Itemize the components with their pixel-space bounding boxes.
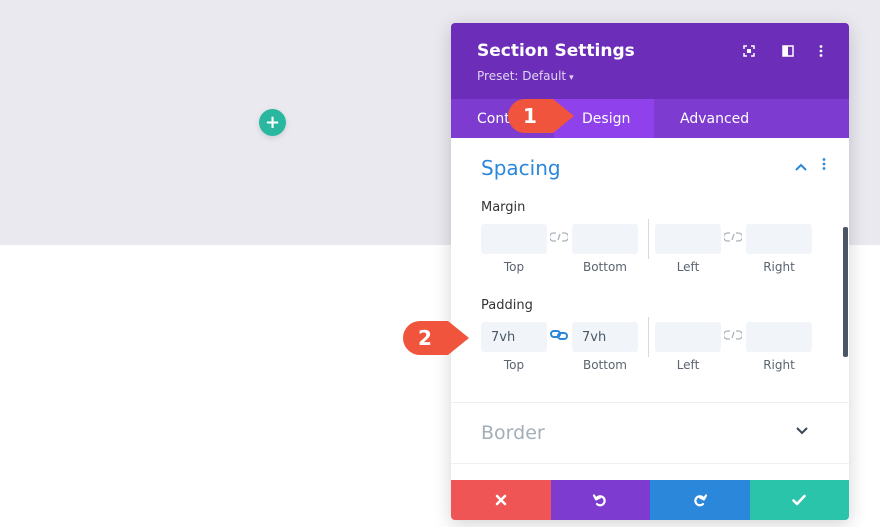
close-icon: [495, 494, 507, 506]
padding-left-label: Left: [676, 358, 700, 372]
spacing-title[interactable]: Spacing: [481, 156, 561, 180]
field-divider: [648, 317, 649, 357]
redo-button[interactable]: [650, 480, 750, 520]
step-marker-number: 1: [523, 104, 537, 128]
margin-bottom-label: Bottom: [582, 260, 627, 274]
margin-right-label: Right: [763, 260, 795, 274]
border-title[interactable]: Border: [481, 422, 545, 444]
step-marker-2: 2: [403, 321, 469, 355]
tab-content[interactable]: Cont: [477, 99, 510, 138]
margin-left-label: Left: [676, 260, 700, 274]
caret-down-icon: ▾: [569, 73, 574, 83]
padding-right-label: Right: [763, 358, 795, 372]
chevron-up-icon[interactable]: [795, 159, 807, 175]
step-marker-number: 2: [418, 326, 432, 350]
preset-dropdown[interactable]: Preset: Default ▾: [477, 69, 574, 83]
unlinked-icon[interactable]: [548, 232, 570, 245]
step-marker-1: 1: [508, 99, 574, 133]
panel-header[interactable]: Section Settings Preset: Default ▾: [451, 23, 849, 99]
margin-bottom-input[interactable]: [572, 224, 638, 254]
unlinked-icon[interactable]: [722, 330, 744, 343]
margin-left-input[interactable]: [655, 224, 721, 254]
split-view-icon[interactable]: [780, 43, 796, 59]
section-divider: [451, 463, 849, 464]
undo-icon: [593, 494, 606, 507]
section-divider: [451, 402, 849, 403]
padding-bottom-input[interactable]: 7vh: [572, 322, 638, 352]
padding-top-label: Top: [503, 358, 525, 372]
check-icon: [792, 494, 807, 506]
preset-label: Preset: Default: [477, 69, 567, 83]
cancel-button[interactable]: [451, 480, 551, 520]
plus-icon: +: [264, 111, 281, 133]
field-divider: [648, 219, 649, 259]
panel-title: Section Settings: [477, 41, 635, 61]
redo-icon: [694, 494, 707, 507]
tab-advanced[interactable]: Advanced: [680, 99, 749, 138]
linked-chain-icon[interactable]: [550, 329, 568, 345]
margin-top-input[interactable]: [481, 224, 547, 254]
chevron-down-icon[interactable]: [796, 424, 808, 439]
undo-button[interactable]: [550, 480, 650, 520]
margin-label: Margin: [481, 200, 526, 215]
padding-right-input[interactable]: [746, 322, 812, 352]
section-settings-panel: Section Settings Preset: Default ▾ Cont D…: [451, 23, 849, 520]
padding-left-input[interactable]: [655, 322, 721, 352]
panel-footer: [451, 480, 849, 520]
add-row-button[interactable]: +: [259, 109, 286, 136]
padding-label: Padding: [481, 298, 533, 313]
padding-top-input[interactable]: 7vh: [481, 322, 547, 352]
fullscreen-icon[interactable]: [741, 43, 757, 59]
save-button[interactable]: [749, 480, 849, 520]
padding-bottom-label: Bottom: [582, 358, 627, 372]
more-vertical-icon[interactable]: [813, 43, 829, 59]
scrollbar[interactable]: [843, 227, 848, 357]
margin-right-input[interactable]: [746, 224, 812, 254]
spacing-options-icon[interactable]: [822, 158, 826, 174]
margin-top-label: Top: [503, 260, 525, 274]
unlinked-icon[interactable]: [722, 232, 744, 245]
